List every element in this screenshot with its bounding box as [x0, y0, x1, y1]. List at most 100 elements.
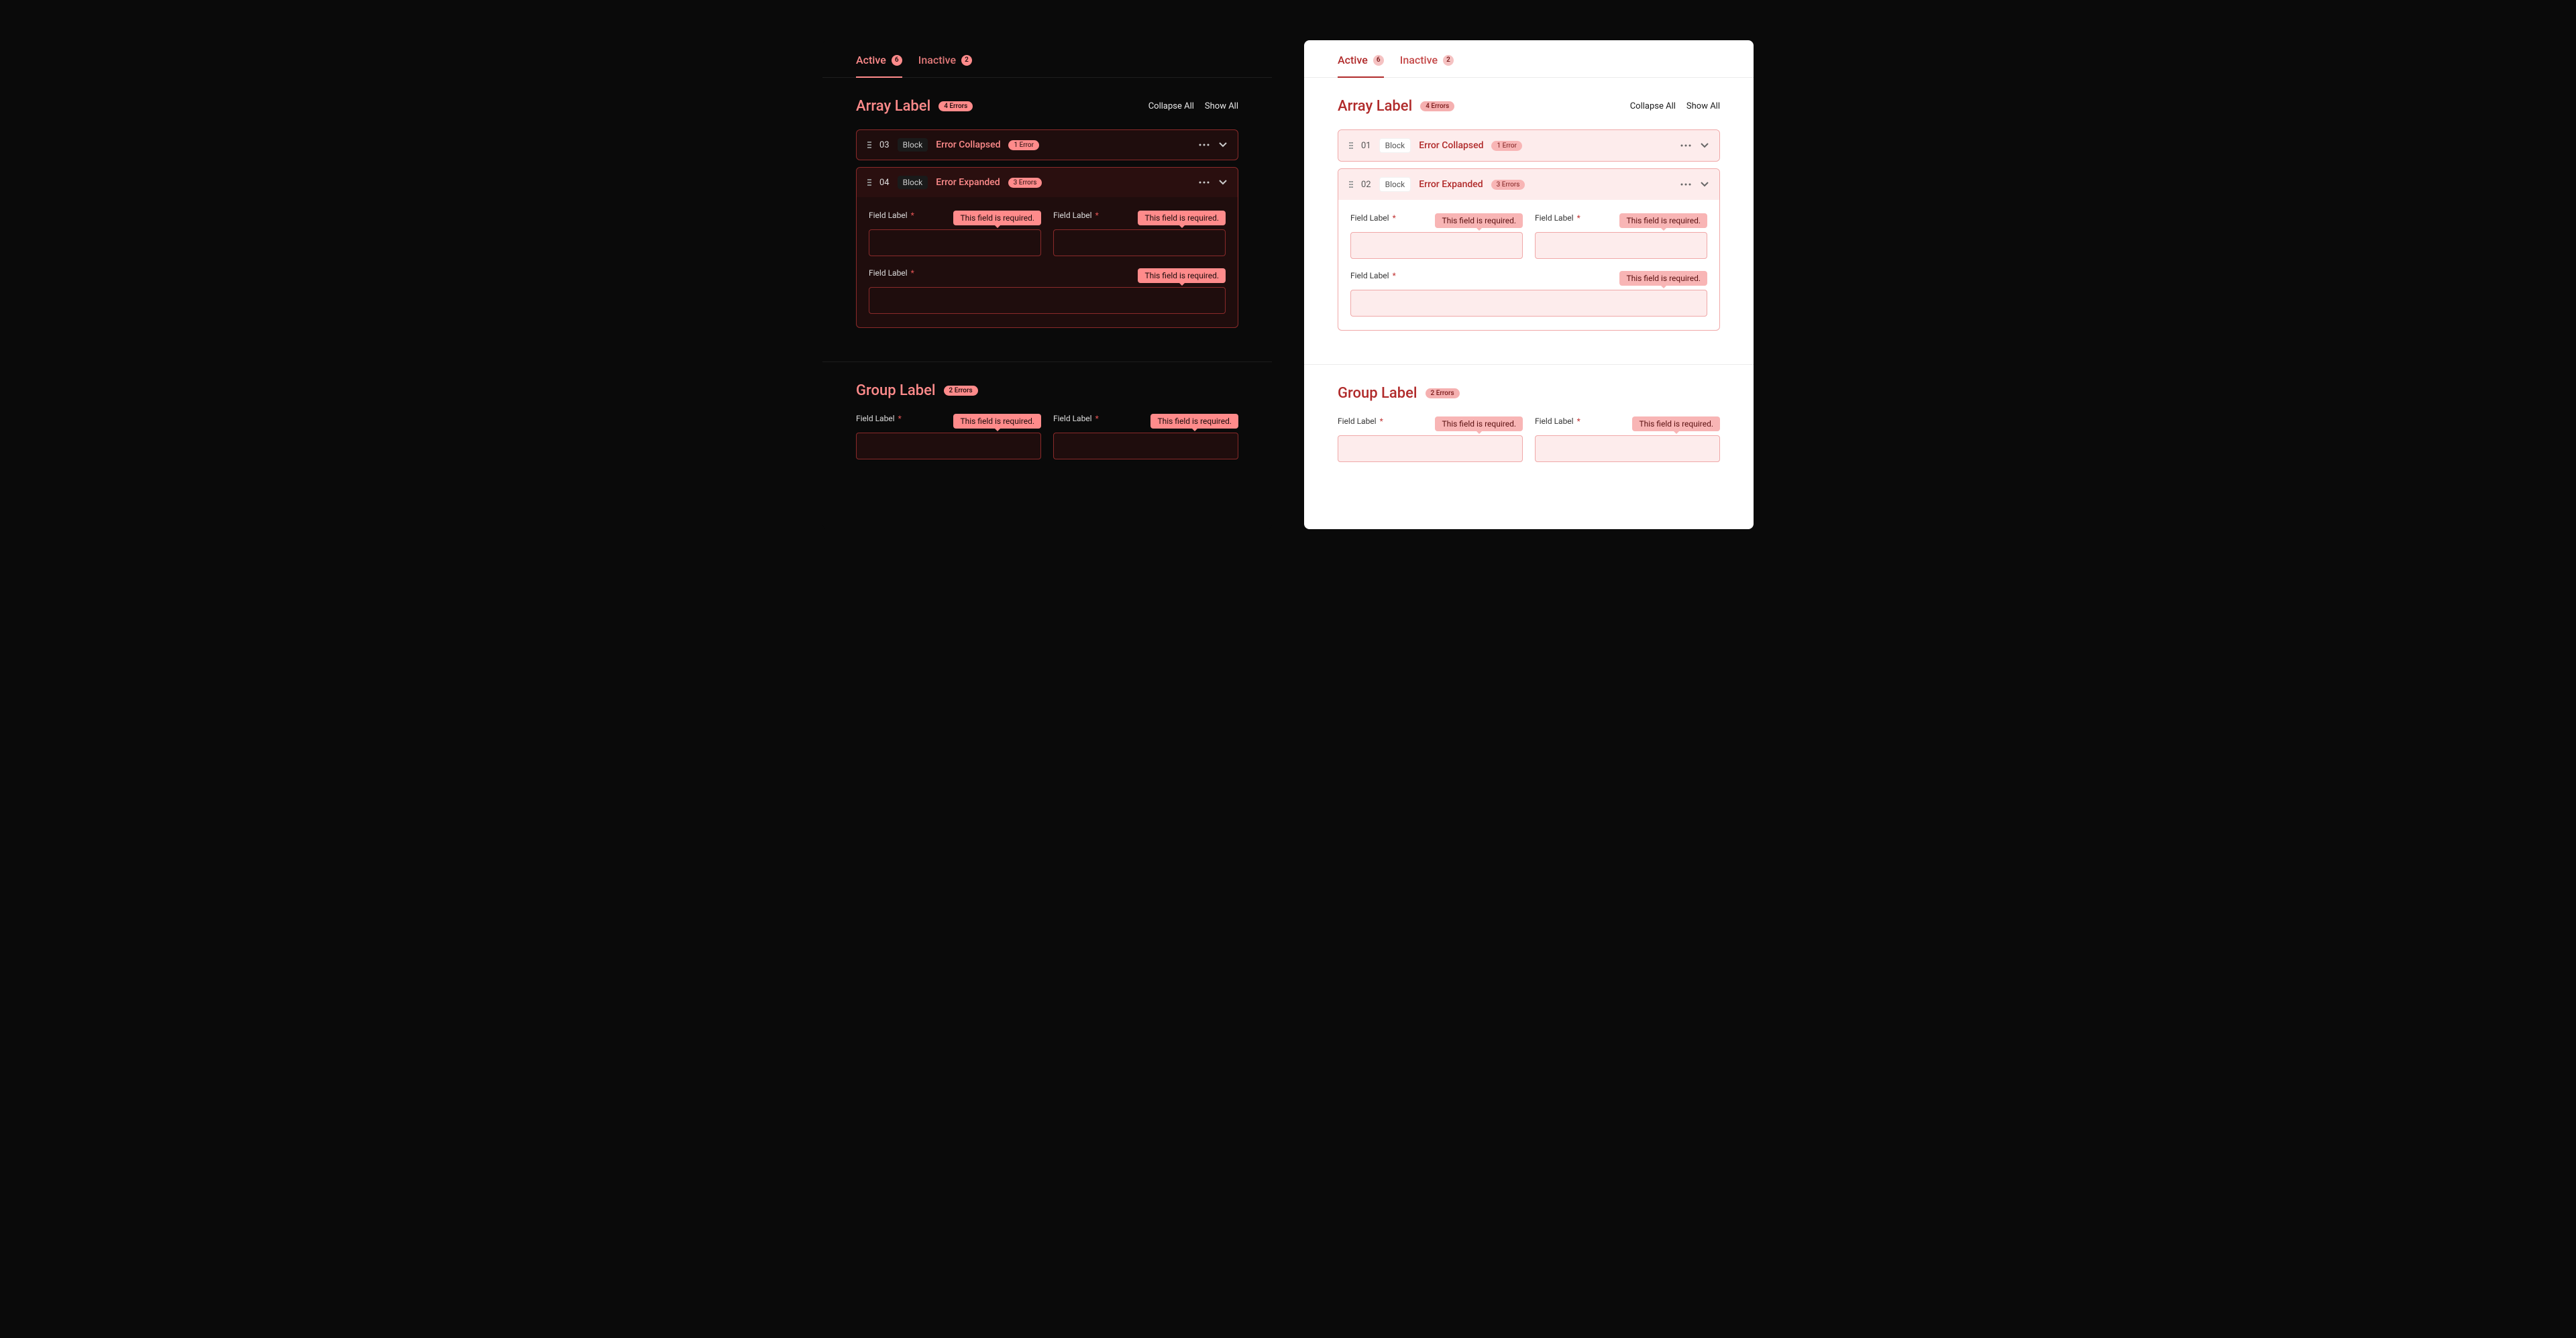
row-errors-badge: 1 Error [1008, 140, 1039, 150]
collapse-all-button[interactable]: Collapse All [1630, 101, 1676, 111]
row-errors-badge: 3 Errors [1491, 180, 1525, 190]
field-error-tooltip: This field is required. [1435, 213, 1523, 228]
form-field: Field Label * This field is required. [1053, 211, 1226, 256]
form-field: Field Label * This field is required. [1350, 213, 1523, 259]
tab-inactive-count: 2 [1443, 55, 1454, 66]
drag-handle-icon[interactable] [867, 142, 871, 148]
array-row-expanded: 02 Block Error Expanded 3 Errors [1338, 168, 1720, 331]
field-label: Field Label * [1053, 414, 1099, 423]
tab-active-count: 6 [892, 55, 902, 66]
tabs: Active 6 Inactive 2 [1304, 40, 1754, 78]
group-section-header: Group Label 2 Errors [856, 382, 1238, 399]
field-error-tooltip: This field is required. [1435, 416, 1523, 431]
field-input[interactable] [1350, 290, 1707, 317]
field-input[interactable] [1350, 232, 1523, 259]
row-title: Error Expanded [936, 177, 1000, 188]
array-errors-badge: 4 Errors [938, 101, 973, 111]
chevron-down-icon[interactable] [1701, 182, 1709, 187]
field-label: Field Label * [1338, 416, 1383, 426]
field-input[interactable] [856, 433, 1041, 459]
field-label: Field Label * [856, 414, 902, 423]
array-row-collapsed: 01 Block Error Collapsed 1 Error [1338, 129, 1720, 162]
form-field: Field Label * This field is required. [856, 414, 1041, 459]
more-icon[interactable] [1680, 183, 1691, 186]
field-input[interactable] [1053, 229, 1226, 256]
array-errors-badge: 4 Errors [1420, 101, 1454, 111]
panel-dark: Active 6 Inactive 2 Array Label 4 Errors… [822, 40, 1272, 529]
field-label: Field Label * [1535, 213, 1580, 223]
field-input[interactable] [1535, 435, 1720, 462]
more-icon[interactable] [1680, 144, 1691, 147]
array-row-header[interactable]: 04 Block Error Expanded 3 Errors [857, 168, 1238, 197]
field-label: Field Label * [1350, 271, 1396, 280]
drag-handle-icon[interactable] [1349, 142, 1353, 149]
form-field: Field Label * This field is required. [869, 268, 1226, 314]
row-number: 04 [879, 178, 890, 188]
group-section: Group Label 2 Errors Field Label * This … [822, 361, 1272, 486]
tab-active-label: Active [1338, 54, 1368, 66]
tab-inactive-label: Inactive [918, 54, 956, 66]
row-body: Field Label * This field is required. Fi… [857, 197, 1238, 327]
form-field: Field Label * This field is required. [869, 211, 1041, 256]
array-row-header[interactable]: 03 Block Error Collapsed 1 Error [857, 130, 1238, 160]
tabs: Active 6 Inactive 2 [822, 40, 1272, 78]
row-number: 02 [1361, 180, 1371, 190]
field-input[interactable] [1338, 435, 1523, 462]
form-field: Field Label * This field is required. [1535, 416, 1720, 462]
array-section-title: Array Label [1338, 98, 1412, 115]
row-body: Field Label * This field is required. Fi… [1338, 200, 1719, 330]
tab-inactive-label: Inactive [1400, 54, 1438, 66]
array-section: Array Label 4 Errors Collapse All Show A… [1304, 78, 1754, 364]
tab-active[interactable]: Active 6 [856, 54, 902, 77]
field-label: Field Label * [869, 268, 914, 278]
field-input[interactable] [1535, 232, 1707, 259]
array-row-header[interactable]: 01 Block Error Collapsed 1 Error [1338, 130, 1719, 161]
chevron-down-icon[interactable] [1219, 180, 1227, 185]
form-field: Field Label * This field is required. [1535, 213, 1707, 259]
block-tag: Block [1379, 177, 1411, 192]
more-icon[interactable] [1199, 144, 1210, 146]
row-errors-badge: 3 Errors [1008, 178, 1042, 188]
array-section-header: Array Label 4 Errors Collapse All Show A… [1338, 98, 1720, 115]
chevron-down-icon[interactable] [1701, 143, 1709, 148]
drag-handle-icon[interactable] [1349, 181, 1353, 188]
tab-active[interactable]: Active 6 [1338, 54, 1384, 77]
group-errors-badge: 2 Errors [1426, 388, 1460, 398]
field-error-tooltip: This field is required. [953, 211, 1041, 225]
show-all-button[interactable]: Show All [1205, 101, 1238, 111]
form-field: Field Label * This field is required. [1053, 414, 1238, 459]
field-input[interactable] [869, 287, 1226, 314]
field-input[interactable] [1053, 433, 1238, 459]
field-label: Field Label * [1053, 211, 1099, 220]
row-errors-badge: 1 Error [1491, 141, 1522, 151]
collapse-all-button[interactable]: Collapse All [1148, 101, 1194, 111]
array-row-header[interactable]: 02 Block Error Expanded 3 Errors [1338, 169, 1719, 200]
field-error-tooltip: This field is required. [953, 414, 1041, 429]
field-label: Field Label * [1350, 213, 1396, 223]
group-errors-badge: 2 Errors [944, 386, 978, 396]
group-section-title: Group Label [856, 382, 936, 399]
field-label: Field Label * [869, 211, 914, 220]
row-number: 01 [1361, 141, 1371, 151]
field-label: Field Label * [1535, 416, 1580, 426]
field-error-tooltip: This field is required. [1150, 414, 1238, 429]
drag-handle-icon[interactable] [867, 179, 871, 186]
array-row-expanded: 04 Block Error Expanded 3 Errors [856, 167, 1238, 328]
field-error-tooltip: This field is required. [1619, 213, 1707, 228]
array-section: Array Label 4 Errors Collapse All Show A… [822, 78, 1272, 361]
more-icon[interactable] [1199, 181, 1210, 184]
row-title: Error Collapsed [936, 140, 1000, 150]
chevron-down-icon[interactable] [1219, 142, 1227, 148]
show-all-button[interactable]: Show All [1686, 101, 1720, 111]
tab-inactive[interactable]: Inactive 2 [918, 54, 972, 77]
field-error-tooltip: This field is required. [1138, 211, 1226, 225]
row-number: 03 [879, 140, 890, 150]
array-section-header: Array Label 4 Errors Collapse All Show A… [856, 98, 1238, 115]
field-input[interactable] [869, 229, 1041, 256]
tab-inactive[interactable]: Inactive 2 [1400, 54, 1454, 77]
group-section: Group Label 2 Errors Field Label * This … [1304, 364, 1754, 489]
group-section-header: Group Label 2 Errors [1338, 385, 1720, 402]
tab-active-count: 6 [1373, 55, 1384, 66]
block-tag: Block [1379, 138, 1411, 153]
row-title: Error Expanded [1419, 179, 1483, 190]
